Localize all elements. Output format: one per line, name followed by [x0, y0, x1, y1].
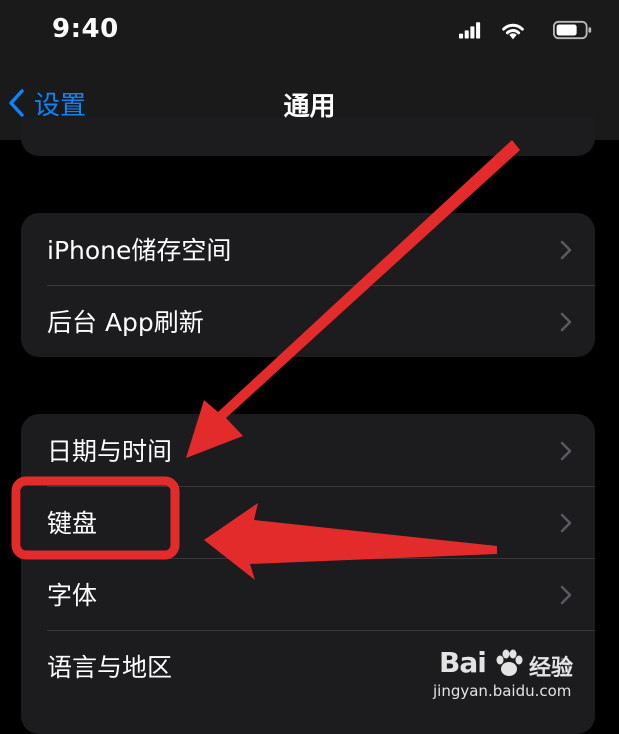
row-label: 日期与时间	[47, 437, 173, 466]
battery-icon	[553, 20, 592, 40]
row-label: 键盘	[47, 509, 98, 538]
signal-icon	[459, 22, 481, 39]
row-fonts[interactable]: 字体	[21, 558, 595, 630]
row-label: 语言与地区	[47, 653, 173, 682]
row-label: 字体	[47, 581, 98, 610]
wifi-icon	[502, 23, 524, 40]
chevron-right-icon	[560, 585, 572, 605]
row-background-app-refresh[interactable]: 后台 App刷新	[21, 285, 595, 357]
status-time: 9:40	[52, 14, 119, 44]
row-label: 后台 App刷新	[47, 308, 204, 337]
row-date-time[interactable]: 日期与时间	[21, 414, 595, 486]
chevron-right-icon	[560, 312, 572, 332]
previous-group-edge	[21, 118, 595, 156]
storage-group: iPhone储存空间 后台 App刷新	[21, 213, 595, 357]
row-keyboard[interactable]: 键盘	[21, 486, 595, 558]
watermark-url: jingyan.baidu.com	[433, 682, 572, 700]
row-iphone-storage[interactable]: iPhone储存空间	[21, 213, 595, 285]
watermark-brand-cn: 经验	[529, 656, 574, 681]
paw-icon	[496, 649, 523, 676]
chevron-right-icon	[560, 441, 572, 461]
watermark: Bai 经验 jingyan.baidu.com	[433, 646, 583, 702]
row-label: iPhone储存空间	[47, 236, 232, 265]
chevron-right-icon	[560, 240, 572, 260]
watermark-brand: Bai	[439, 646, 487, 679]
chevron-right-icon	[560, 513, 572, 533]
